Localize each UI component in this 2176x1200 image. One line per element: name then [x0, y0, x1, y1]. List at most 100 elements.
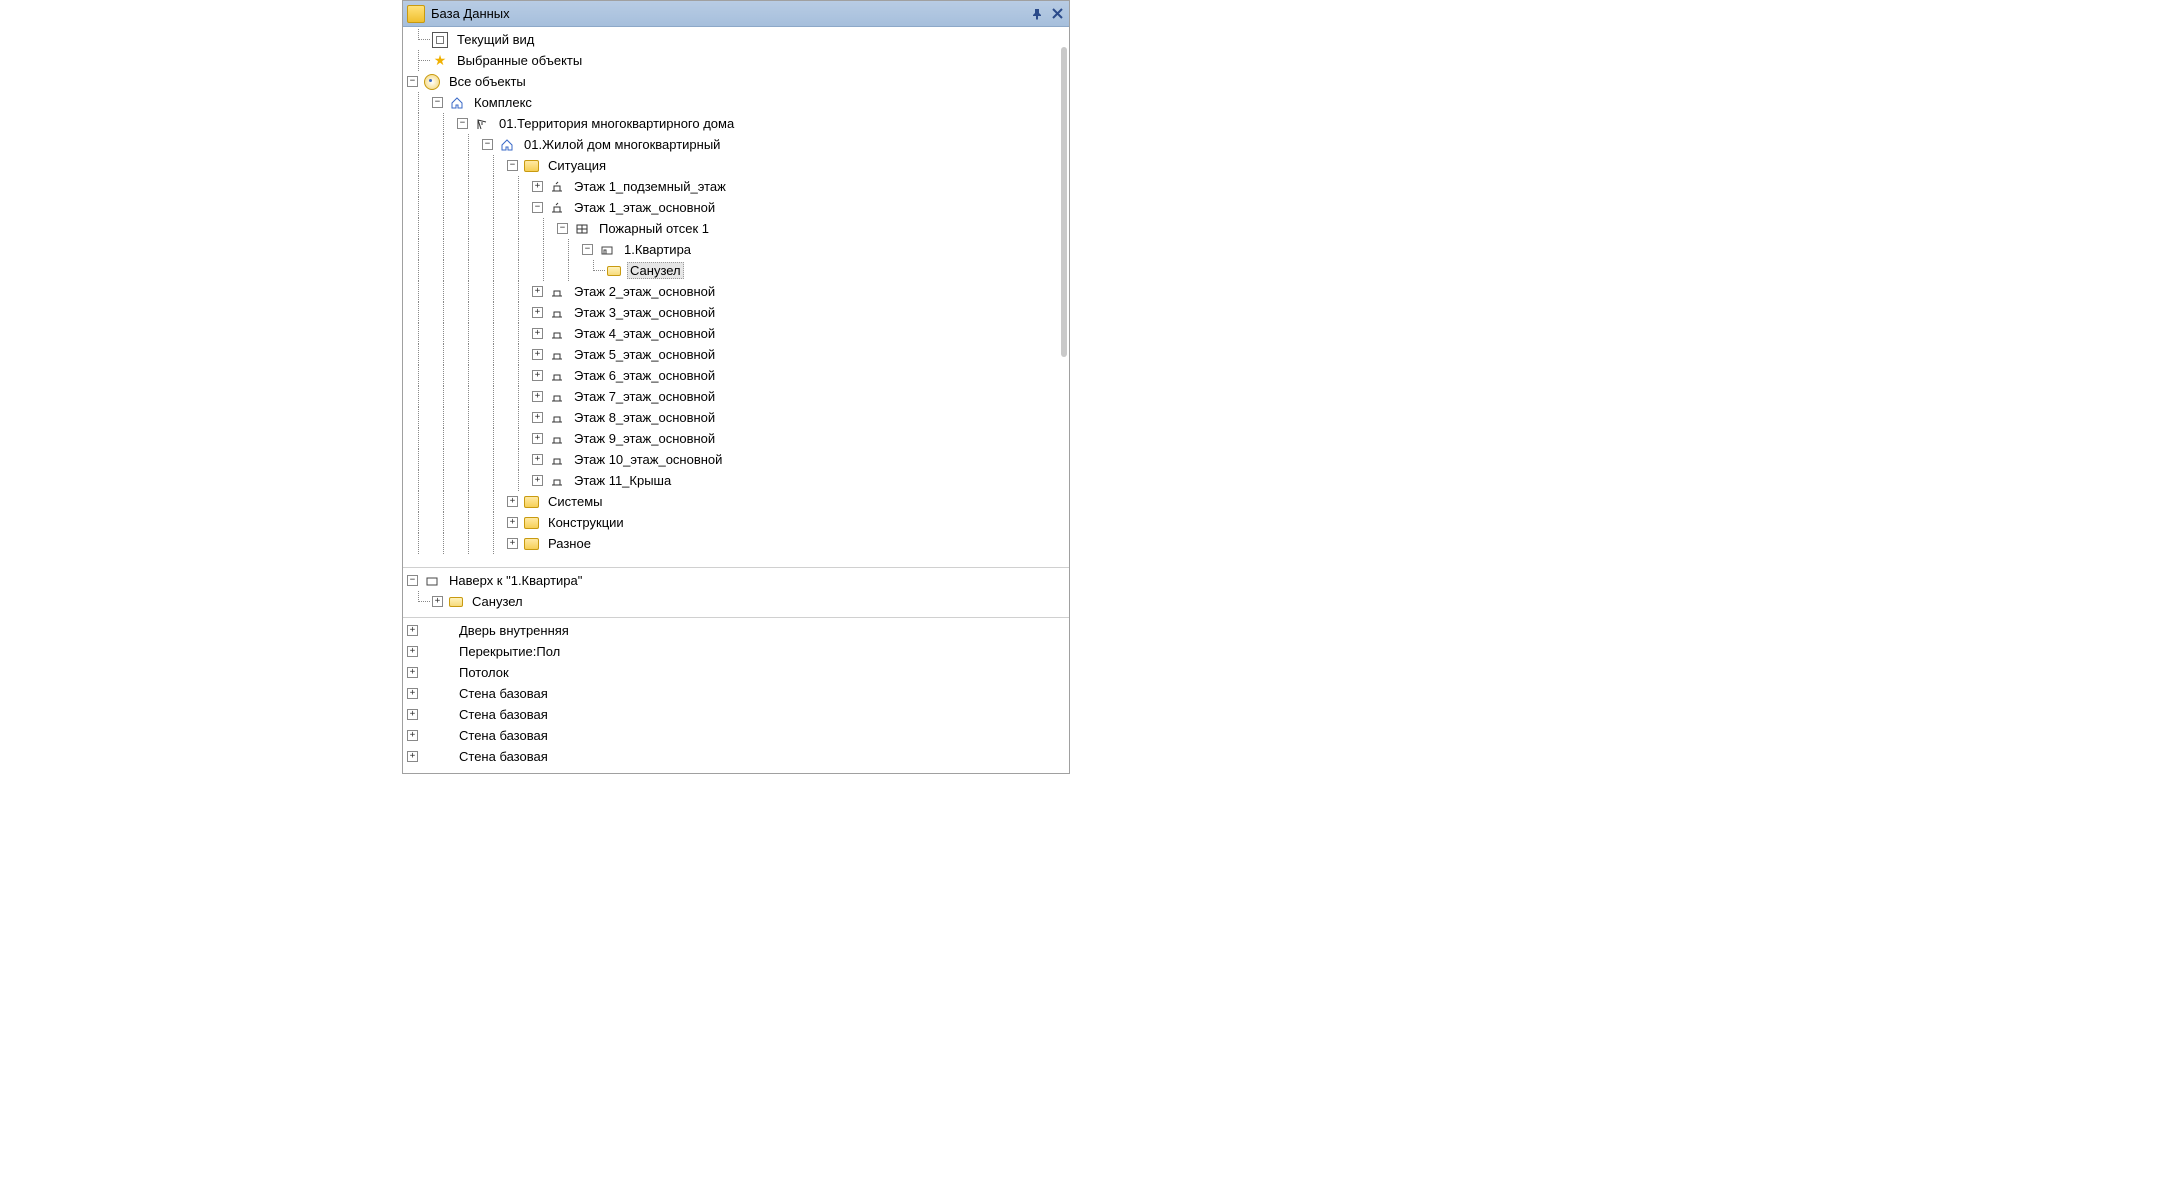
tree-item-floor[interactable]: − Этаж 1_этаж_основной	[407, 197, 1069, 218]
tree-item-systems[interactable]: + Системы	[407, 491, 1069, 512]
tree-label: Этаж 10_этаж_основной	[571, 451, 725, 468]
expand-toggle[interactable]: +	[532, 412, 543, 423]
titlebar: База Данных	[403, 1, 1069, 27]
tree-item-floor[interactable]: + Этаж 4_этаж_основной	[407, 323, 1069, 344]
tree-label: Этаж 8_этаж_основной	[571, 409, 718, 426]
list-label: Стена базовая	[456, 727, 551, 744]
floor-icon	[549, 431, 565, 447]
tree-item-fire-section[interactable]: − Пожарный отсек 1	[407, 218, 1069, 239]
collapse-toggle[interactable]: −	[432, 97, 443, 108]
tree-label: Разное	[545, 535, 594, 552]
tree-item-floor[interactable]: + Этаж 5_этаж_основной	[407, 344, 1069, 365]
expand-toggle[interactable]: +	[507, 496, 518, 507]
scrollbar[interactable]	[1061, 47, 1067, 357]
floor-icon	[549, 389, 565, 405]
pin-icon[interactable]	[1029, 6, 1045, 22]
collapse-toggle[interactable]: −	[532, 202, 543, 213]
folder-small-icon	[449, 597, 463, 607]
list-item[interactable]: + Дверь внутренняя	[407, 620, 1069, 641]
expand-toggle[interactable]: +	[532, 307, 543, 318]
tree-item-floor[interactable]: + Этаж 9_этаж_основной	[407, 428, 1069, 449]
floor-icon	[549, 473, 565, 489]
list-item[interactable]: + Стена базовая	[407, 725, 1069, 746]
tree-label: Все объекты	[446, 73, 529, 90]
expand-toggle[interactable]: +	[532, 181, 543, 192]
tree-pane[interactable]: Текущий вид ★ Выбранные объекты − Все об…	[403, 27, 1069, 567]
list-label: Стена базовая	[456, 748, 551, 765]
tree-item-constructions[interactable]: + Конструкции	[407, 512, 1069, 533]
tree-item-apartment[interactable]: − 1.Квартира	[407, 239, 1069, 260]
expand-toggle[interactable]: +	[407, 646, 418, 657]
tree-label: Этаж 1_этаж_основной	[571, 199, 718, 216]
expand-toggle[interactable]: +	[407, 688, 418, 699]
expand-toggle[interactable]: +	[532, 475, 543, 486]
tree-item-floor[interactable]: + Этаж 2_этаж_основной	[407, 281, 1069, 302]
tree-item-territory[interactable]: − 01.Территория многоквартирного дома	[407, 113, 1069, 134]
collapse-toggle[interactable]: −	[407, 76, 418, 87]
list-item[interactable]: + Стена базовая	[407, 704, 1069, 725]
expand-toggle[interactable]: +	[532, 391, 543, 402]
list-label: Дверь внутренняя	[456, 622, 572, 639]
home-icon	[449, 95, 465, 111]
tree-label: Этаж 1_подземный_этаж	[571, 178, 729, 195]
tree-label: Наверх к "1.Квартира"	[446, 572, 585, 589]
collapse-toggle[interactable]: −	[407, 575, 418, 586]
tree-label: Этаж 3_этаж_основной	[571, 304, 718, 321]
tree-label: Конструкции	[545, 514, 627, 531]
secondary-sanusel[interactable]: + Санузел	[407, 591, 1069, 612]
tree-item-misc[interactable]: + Разное	[407, 533, 1069, 554]
tree-label-selected: Санузел	[627, 262, 684, 279]
collapse-toggle[interactable]: −	[507, 160, 518, 171]
close-icon[interactable]	[1049, 6, 1065, 22]
tree-item-all-objects[interactable]: − Все объекты	[407, 71, 1069, 92]
tree-item-building[interactable]: − 01.Жилой дом многоквартирный	[407, 134, 1069, 155]
tree-item-complex[interactable]: − Комплекс	[407, 92, 1069, 113]
expand-toggle[interactable]: +	[532, 328, 543, 339]
expand-toggle[interactable]: +	[507, 538, 518, 549]
floor-icon	[549, 326, 565, 342]
collapse-toggle[interactable]: −	[457, 118, 468, 129]
expand-toggle[interactable]: +	[532, 433, 543, 444]
tree-item-floor[interactable]: + Этаж 1_подземный_этаж	[407, 176, 1069, 197]
list-item[interactable]: + Стена базовая	[407, 746, 1069, 767]
floor-icon	[549, 305, 565, 321]
folder-small-icon	[607, 266, 621, 276]
tree-item-floor[interactable]: + Этаж 7_этаж_основной	[407, 386, 1069, 407]
collapse-toggle[interactable]: −	[557, 223, 568, 234]
list-item[interactable]: + Перекрытие:Пол	[407, 641, 1069, 662]
collapse-toggle[interactable]: −	[482, 139, 493, 150]
tree-item-floor[interactable]: + Этаж 6_этаж_основной	[407, 365, 1069, 386]
expand-toggle[interactable]: +	[532, 286, 543, 297]
tree-label: Этаж 9_этаж_основной	[571, 430, 718, 447]
panel-title: База Данных	[431, 6, 1025, 21]
expand-toggle[interactable]: +	[407, 730, 418, 741]
tree-item-selected-objects[interactable]: ★ Выбранные объекты	[407, 50, 1069, 71]
tree-item-situation[interactable]: − Ситуация	[407, 155, 1069, 176]
tree-label: Этаж 7_этаж_основной	[571, 388, 718, 405]
expand-toggle[interactable]: +	[407, 625, 418, 636]
tree-label: 01.Жилой дом многоквартирный	[521, 136, 723, 153]
breadcrumb-pane: − Наверх к "1.Квартира" + Санузел	[403, 567, 1069, 617]
collapse-toggle[interactable]: −	[582, 244, 593, 255]
expand-toggle[interactable]: +	[532, 370, 543, 381]
tree-item-floor[interactable]: + Этаж 11_Крыша	[407, 470, 1069, 491]
expand-toggle[interactable]: +	[532, 454, 543, 465]
expand-toggle[interactable]: +	[507, 517, 518, 528]
expand-toggle[interactable]: +	[407, 751, 418, 762]
list-item[interactable]: + Потолок	[407, 662, 1069, 683]
tree-item-floor[interactable]: + Этаж 10_этаж_основной	[407, 449, 1069, 470]
expand-toggle[interactable]: +	[407, 709, 418, 720]
expand-toggle[interactable]: +	[532, 349, 543, 360]
tree-item-floor[interactable]: + Этаж 3_этаж_основной	[407, 302, 1069, 323]
expand-toggle[interactable]: +	[432, 596, 443, 607]
floor-icon	[549, 179, 565, 195]
tree-item-current-view[interactable]: Текущий вид	[407, 29, 1069, 50]
expand-toggle[interactable]: +	[407, 667, 418, 678]
list-item[interactable]: + Стена базовая	[407, 683, 1069, 704]
up-to-apartment[interactable]: − Наверх к "1.Квартира"	[407, 570, 1069, 591]
tree-item-floor[interactable]: + Этаж 8_этаж_основной	[407, 407, 1069, 428]
list-label: Перекрытие:Пол	[456, 643, 563, 660]
tree-item-sanusel[interactable]: Санузел	[407, 260, 1069, 281]
tree-label: Системы	[545, 493, 605, 510]
tree-label: Выбранные объекты	[454, 52, 585, 69]
